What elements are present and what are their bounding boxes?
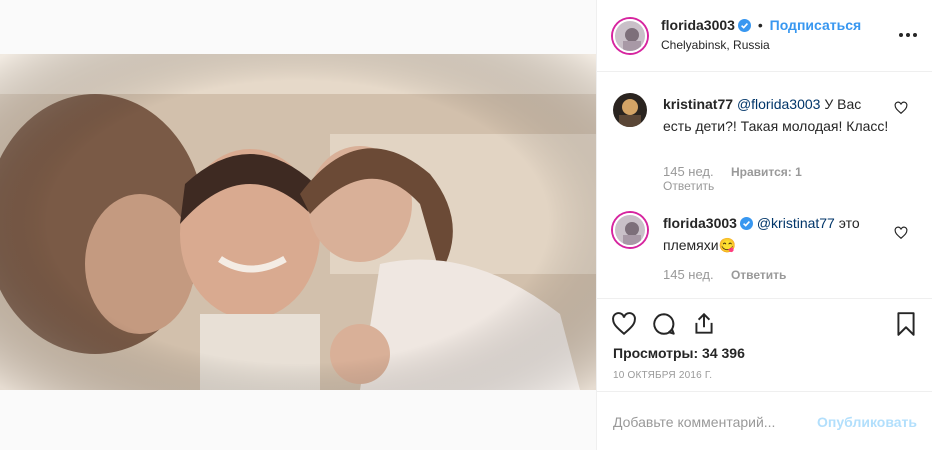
comment-mention[interactable]: @kristinat77 [757, 215, 835, 231]
post-location[interactable]: Chelyabinsk, Russia [661, 38, 770, 52]
bookmark-icon[interactable] [893, 311, 919, 337]
verified-icon [737, 19, 751, 32]
comment-meta: 145 нед. Нравится: 1 [663, 164, 816, 179]
media-column [0, 0, 596, 450]
comment-text: kristinat77 @florida3003 У Вас есть дети… [663, 93, 893, 137]
comment-icon[interactable] [651, 311, 677, 337]
comment-username[interactable]: kristinat77 [663, 96, 733, 112]
comment-item: florida3003 @kristinat77 это племяхи😋 14… [613, 212, 918, 292]
verified-icon [739, 217, 753, 230]
add-comment-bar: Добавьте комментарий... Опубликовать [597, 391, 932, 450]
comment-likes[interactable]: Нравится: 1 [731, 165, 802, 179]
comment-age[interactable]: 145 нед. [663, 267, 714, 282]
post-panel: florida3003 • Подписаться Chelyabinsk, R… [596, 0, 932, 450]
follow-button[interactable]: Подписаться [770, 17, 862, 33]
comment-age[interactable]: 145 нед. [663, 164, 714, 179]
like-comment-heart-icon[interactable] [894, 226, 908, 240]
share-icon[interactable] [691, 311, 717, 337]
separator-dot: • [757, 17, 763, 33]
comment-input[interactable]: Добавьте комментарий... [613, 414, 775, 430]
comment-username[interactable]: florida3003 [663, 215, 737, 231]
comments-list: kristinat77 @florida3003 У Вас есть дети… [597, 72, 932, 298]
photo-illustration [0, 54, 596, 390]
post-photo[interactable] [0, 54, 596, 390]
post-header: florida3003 • Подписаться Chelyabinsk, R… [597, 0, 932, 72]
commenter-avatar[interactable] [613, 213, 647, 247]
like-comment-heart-icon[interactable] [894, 101, 908, 115]
author-avatar[interactable] [613, 19, 647, 53]
author-username[interactable]: florida3003 [661, 17, 735, 33]
more-icon[interactable] [897, 24, 919, 46]
reply-button[interactable]: Ответить [663, 179, 714, 193]
views-count[interactable]: Просмотры: 34 396 [613, 345, 745, 361]
commenter-avatar-image [615, 215, 645, 245]
heart-icon[interactable] [611, 311, 637, 337]
reply-button[interactable]: Ответить [731, 268, 786, 282]
comment-item: kristinat77 @florida3003 У Вас есть дети… [613, 93, 918, 193]
comment-mention[interactable]: @florida3003 [737, 96, 821, 112]
post-date[interactable]: 10 ОКТЯБРЯ 2016 Г. [613, 370, 712, 381]
commenter-avatar[interactable] [613, 93, 647, 127]
comment-text: florida3003 @kristinat77 это племяхи😋 [663, 212, 893, 256]
publish-button[interactable]: Опубликовать [817, 414, 917, 430]
author-avatar-image [615, 21, 645, 51]
comment-meta: 145 нед. Ответить [663, 267, 800, 282]
post-actions: Просмотры: 34 396 10 ОКТЯБРЯ 2016 Г. [597, 298, 932, 390]
commenter-avatar-image [613, 93, 647, 127]
